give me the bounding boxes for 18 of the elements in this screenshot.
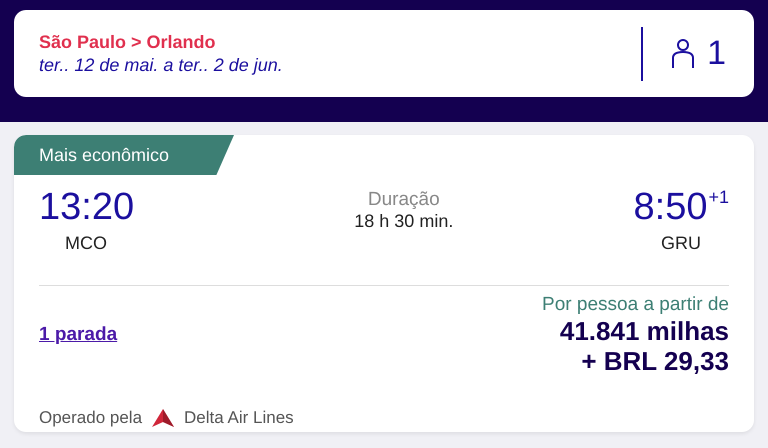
price-label: Por pessoa a partir de [542,294,729,316]
person-icon [671,38,696,68]
duration-value: 18 h 30 min. [354,211,454,232]
cash-price: + BRL 29,33 [581,346,729,376]
miles-price: 41.841 milhas [560,316,729,346]
airline-logo-icon [152,409,174,427]
cheapest-badge: Mais econômico [14,135,234,175]
travel-dates: ter.. 12 de mai. a ter.. 2 de jun. [39,54,284,76]
operated-by-label: Operado pela [39,408,142,428]
arrival-airport: GRU [661,233,701,254]
departure-airport: MCO [65,233,107,254]
route-title: São Paulo > Orlando [39,32,217,52]
airline-name: Delta Air Lines [184,408,294,428]
search-summary-card[interactable]: São Paulo > Orlando ter.. 12 de mai. a ter.. 2 de jun. 1 [14,10,754,97]
duration-label: Duração [368,189,440,211]
departure-time: 13:20 [39,185,134,229]
passenger-count: 1 [707,34,726,73]
stops-link[interactable]: 1 parada [39,324,294,346]
